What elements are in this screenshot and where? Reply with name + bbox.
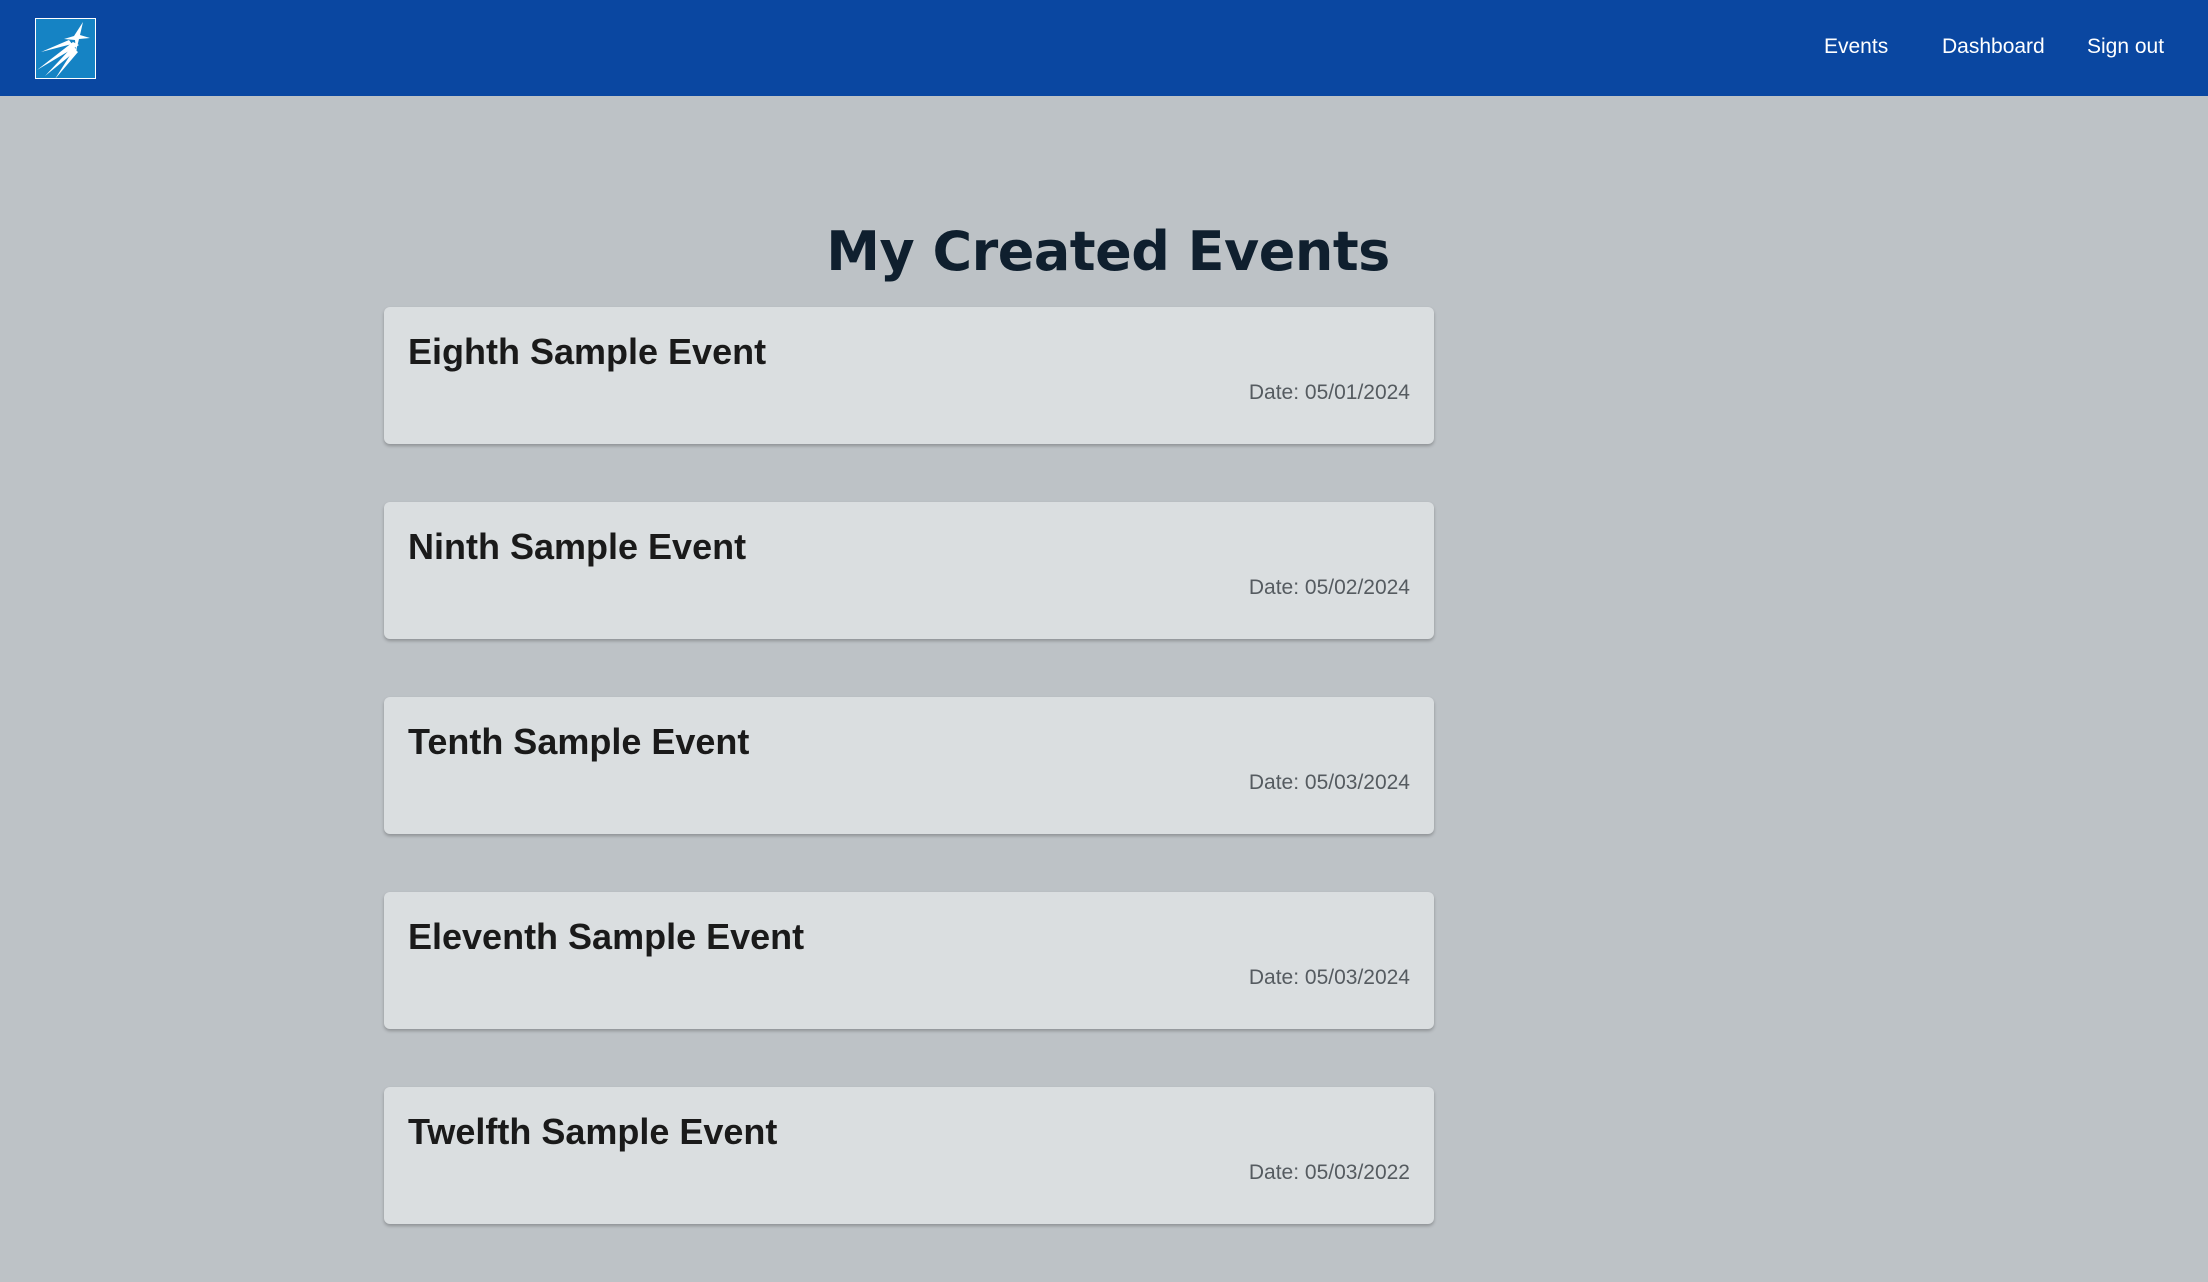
event-title: Ninth Sample Event [408,526,747,567]
event-title: Eighth Sample Event [408,331,767,372]
nav-dashboard-link[interactable]: Dashboard [1942,35,2045,59]
page-title: My Created Events [826,220,1390,283]
event-date: Date: 05/02/2024 [1248,576,1410,599]
nav-events-link[interactable]: Events [1824,35,1888,59]
event-title: Eleventh Sample Event [408,916,805,957]
event-card[interactable]: Twelfth Sample Event Date: 05/03/2022 [384,1087,1434,1224]
event-title: Twelfth Sample Event [408,1111,778,1152]
event-date: Date: 05/03/2024 [1248,771,1410,794]
event-card[interactable]: Eighth Sample Event Date: 05/01/2024 [384,307,1434,444]
event-card[interactable]: Tenth Sample Event Date: 05/03/2024 [384,697,1434,834]
starburst-logo-icon[interactable] [35,18,96,79]
top-navbar: Events Dashboard Sign out [0,0,2208,96]
event-date: Date: 05/03/2024 [1248,966,1410,989]
event-list: Eighth Sample Event Date: 05/01/2024 Nin… [384,307,1434,1282]
event-date: Date: 05/03/2022 [1248,1161,1410,1184]
nav-sign-out-link[interactable]: Sign out [2087,35,2164,59]
event-date: Date: 05/01/2024 [1248,381,1410,404]
event-card[interactable]: Ninth Sample Event Date: 05/02/2024 [384,502,1434,639]
event-card[interactable]: Eleventh Sample Event Date: 05/03/2024 [384,892,1434,1029]
event-title: Tenth Sample Event [408,721,750,762]
